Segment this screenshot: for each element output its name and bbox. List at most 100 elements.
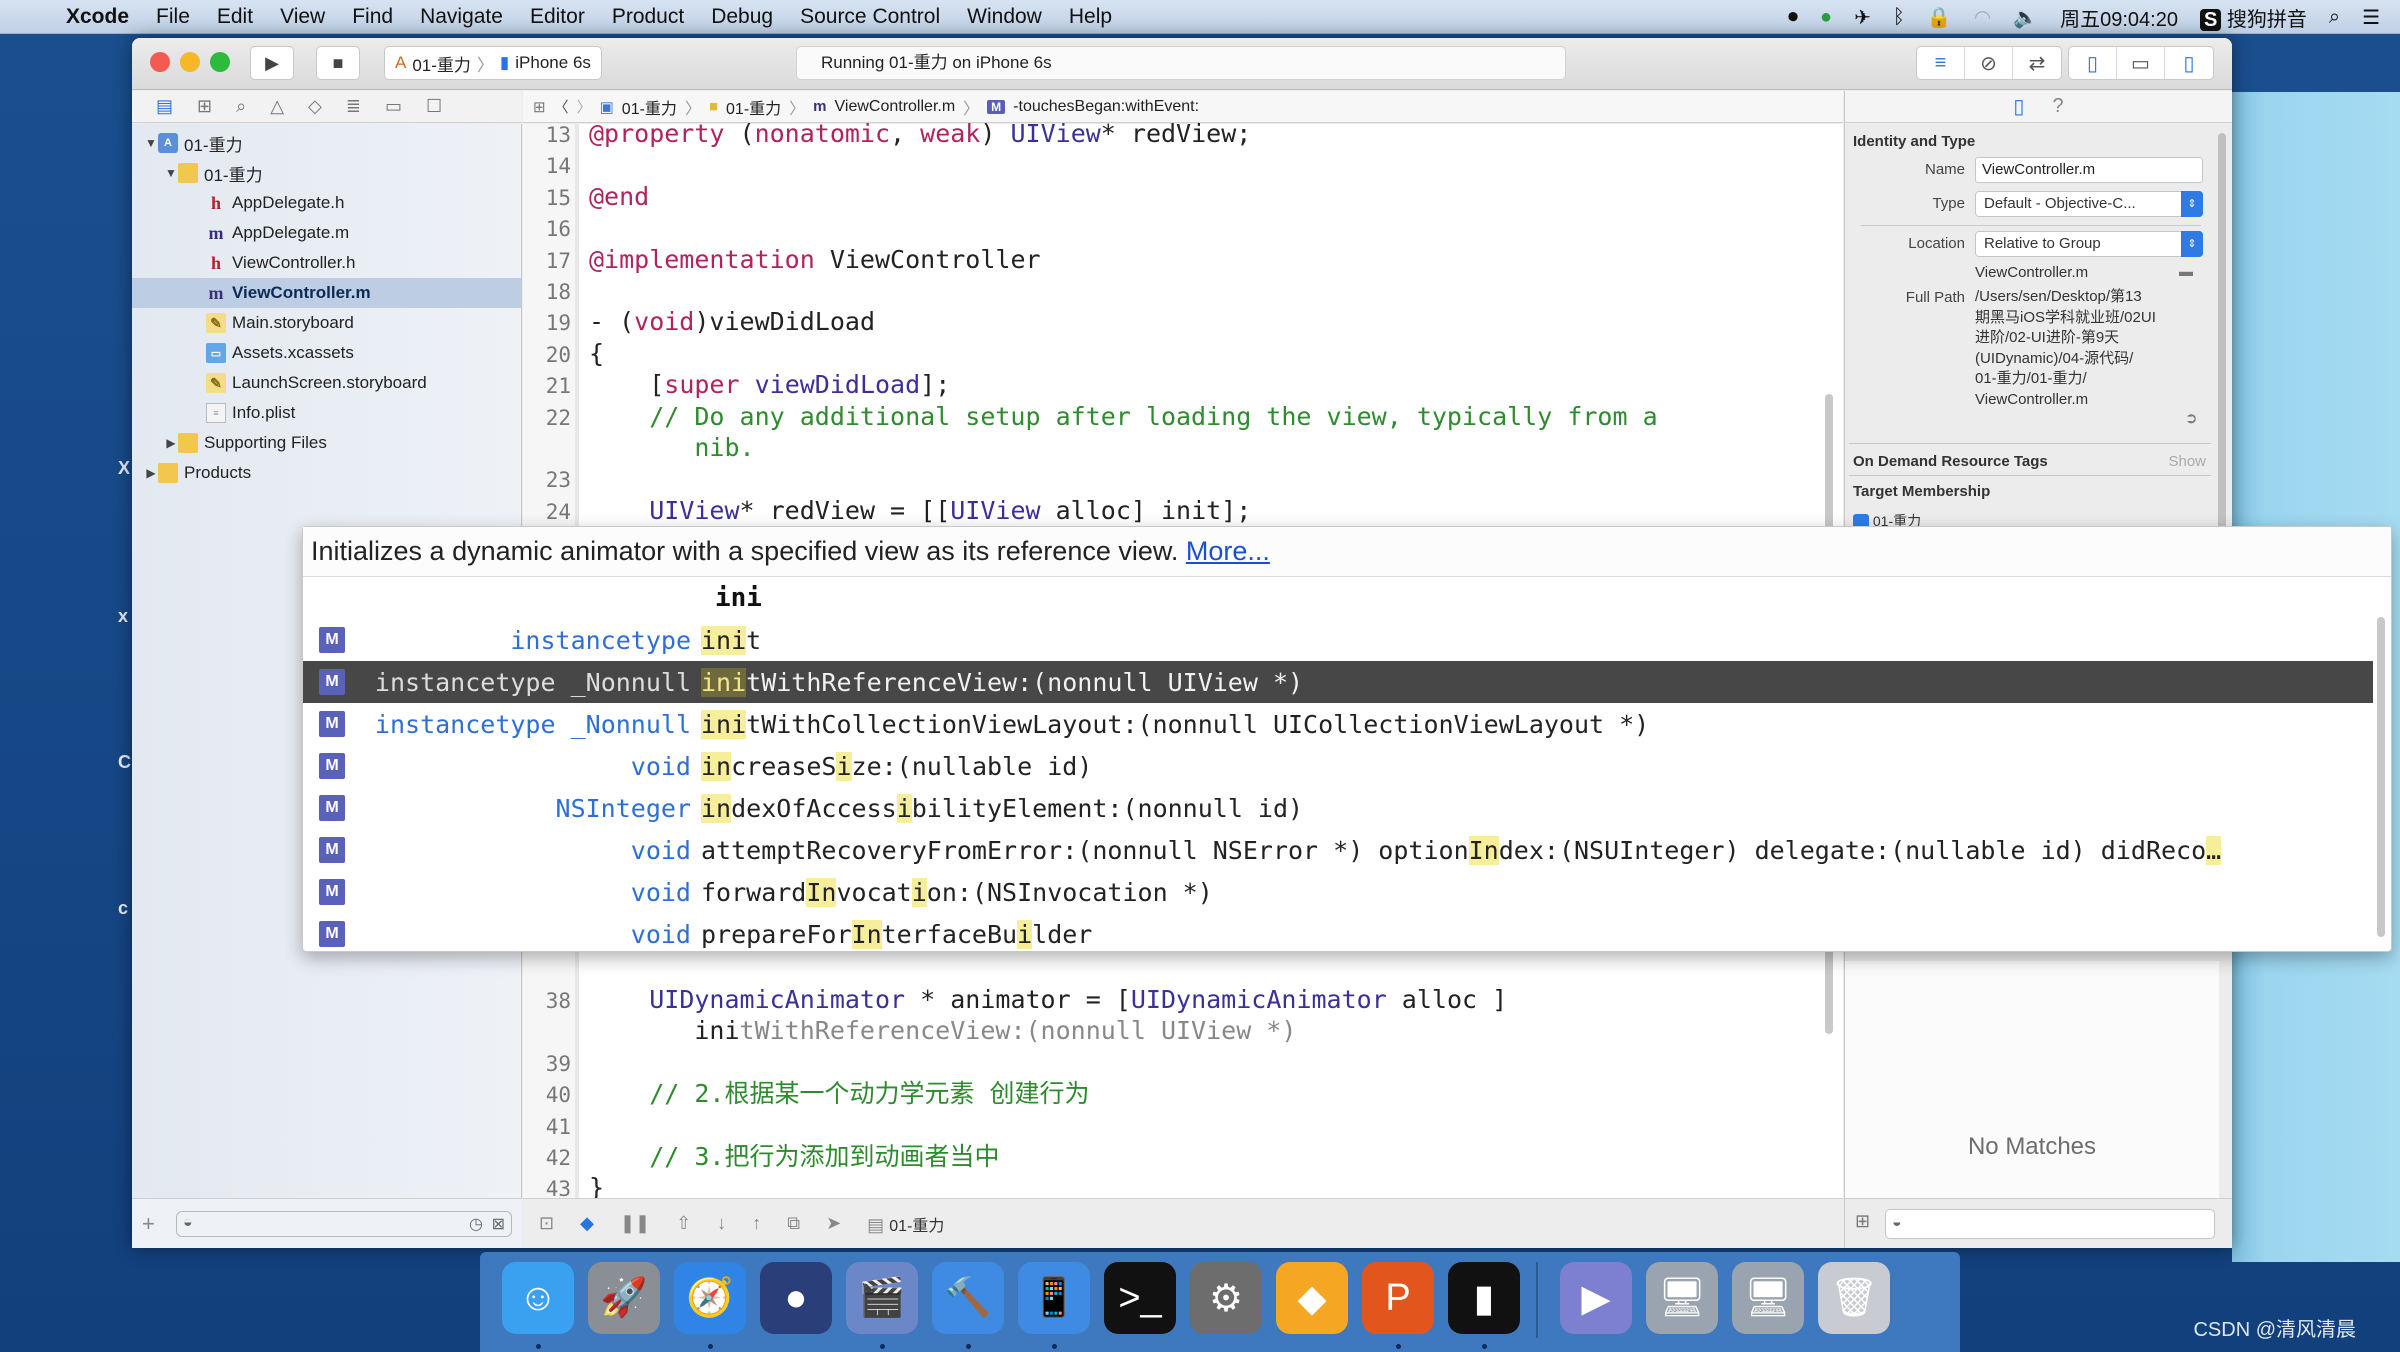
breadcrumb-group[interactable]: 01-重力 xyxy=(726,95,781,119)
code-line[interactable]: 15 @end xyxy=(523,181,1833,214)
code-line[interactable]: 42 // 3.把行为添加到动画者当中 xyxy=(523,1141,1833,1174)
run-button[interactable]: ▶ xyxy=(250,46,294,80)
report-navigator-icon[interactable]: ☐ xyxy=(426,96,442,117)
navigator-item[interactable]: ▶ Products xyxy=(132,458,521,488)
close-window-button[interactable] xyxy=(150,52,170,72)
disclosure-open-icon[interactable]: ▼ xyxy=(144,136,158,150)
location-popup[interactable]: Relative to Group ⇕ xyxy=(1975,231,2203,257)
simulate-location-icon[interactable]: ➤ xyxy=(826,1213,841,1234)
completion-item[interactable]: Minstancetype _Nonnull initWithReferenceV… xyxy=(303,661,2373,703)
code-line[interactable]: 14 xyxy=(523,149,1833,182)
quick-help-icon[interactable]: ? xyxy=(2052,95,2063,118)
navigator-item[interactable]: ✎ LaunchScreen.storyboard xyxy=(132,368,521,398)
hide-debug-area-icon[interactable]: ⊡ xyxy=(539,1213,554,1234)
dock-console-icon[interactable]: ▮ xyxy=(1448,1262,1520,1334)
navigator-item[interactable]: ✎ Main.storyboard xyxy=(132,308,521,338)
scheme-selector[interactable]: A 01-重力 〉 ▮ iPhone 6s xyxy=(384,46,602,80)
code-line[interactable]: 41 xyxy=(523,1110,1833,1143)
reveal-in-finder-icon[interactable]: ➲ xyxy=(2185,409,2198,427)
code-line[interactable]: 39 xyxy=(523,1047,1833,1080)
project-navigator-icon[interactable]: ▤ xyxy=(156,96,173,117)
menu-find[interactable]: Find xyxy=(352,5,393,29)
menu-file[interactable]: File xyxy=(156,5,190,29)
code-line[interactable]: 18 xyxy=(523,275,1833,308)
wifi-icon[interactable]: ◠ xyxy=(1974,5,1991,30)
code-line[interactable]: 21 [super viewDidLoad]; xyxy=(523,369,1833,402)
lock-icon[interactable]: 🔒 xyxy=(1927,5,1952,30)
code-line[interactable]: 38 UIDynamicAnimator * animator = [UIDyn… xyxy=(523,984,1833,1017)
navigator-item[interactable]: h ViewController.h xyxy=(132,248,521,278)
navigator-item[interactable]: ▭ Assets.xcassets xyxy=(132,338,521,368)
toggle-utilities-icon[interactable]: ▯ xyxy=(2165,47,2213,79)
breadcrumb-project[interactable]: 01-重力 xyxy=(622,95,677,119)
dock-sketch-icon[interactable]: ◆ xyxy=(1276,1262,1348,1334)
debug-navigator-icon[interactable]: ≣ xyxy=(346,96,361,117)
screen-record-icon[interactable]: ⏺ xyxy=(1788,6,1798,29)
standard-editor-icon[interactable]: ≡ xyxy=(1917,47,1965,79)
menu-product[interactable]: Product xyxy=(612,5,684,29)
completion-scrollbar[interactable] xyxy=(2377,617,2385,937)
dock-trash-icon[interactable]: 🗑 xyxy=(1818,1262,1890,1334)
completion-item[interactable]: Mvoid prepareForInterfaceBuilder xyxy=(303,913,2373,955)
completion-item[interactable]: Minstancetype _Nonnull initWithCollection… xyxy=(303,703,2373,745)
dock-launchpad-icon[interactable]: 🚀 xyxy=(588,1262,660,1334)
target-selector[interactable]: ▤ 01-重力 xyxy=(867,1212,944,1236)
dock-powerpoint-like-icon[interactable]: P xyxy=(1362,1262,1434,1334)
pause-icon[interactable]: ❚❚ xyxy=(620,1213,650,1234)
disclosure-closed-icon[interactable]: ▶ xyxy=(164,436,178,450)
scm-filter-icon[interactable]: ⊠ xyxy=(492,1214,505,1234)
code-line[interactable]: initWithReferenceView:(nonnull UIView *) xyxy=(523,1015,1833,1047)
volume-icon[interactable]: 🔈 xyxy=(2013,5,2038,30)
issue-navigator-icon[interactable]: △ xyxy=(270,96,284,117)
find-navigator-icon[interactable]: ⌕ xyxy=(236,96,246,117)
dock-system-preferences-icon[interactable]: ⚙ xyxy=(1190,1262,1262,1334)
library-filter-input[interactable]: ◒ xyxy=(1885,1209,2215,1239)
dock-media-player-icon[interactable]: ▶ xyxy=(1560,1262,1632,1334)
choose-folder-icon[interactable]: ▬ xyxy=(2179,263,2193,279)
dock-screen-1-icon[interactable]: 🖥 xyxy=(1646,1262,1718,1334)
code-line[interactable]: 22 // Do any additional setup after load… xyxy=(523,401,1833,434)
code-line[interactable]: 20 { xyxy=(523,338,1833,371)
menu-edit[interactable]: Edit xyxy=(217,5,253,29)
input-method[interactable]: S 搜狗拼音 xyxy=(2199,3,2307,32)
back-icon[interactable]: 〈 xyxy=(554,96,569,117)
navigator-item[interactable]: ≡ Info.plist xyxy=(132,398,521,428)
completion-item[interactable]: Minstancetype init xyxy=(303,619,2373,661)
dock-screen-2-icon[interactable]: 🖥 xyxy=(1732,1262,1804,1334)
menu-debug[interactable]: Debug xyxy=(711,5,773,29)
assistant-editor-icon[interactable]: ⊘ xyxy=(1965,47,2013,79)
airplane-icon[interactable]: ✈ xyxy=(1854,5,1871,30)
clock[interactable]: 周五09:04:20 xyxy=(2060,3,2178,32)
bluetooth-icon[interactable]: ᛒ xyxy=(1893,6,1905,29)
completion-item[interactable]: M NSInteger indexOfAccessibilityElement:(n… xyxy=(303,787,2373,829)
dock-mouse-app-icon[interactable]: ● xyxy=(760,1262,832,1334)
menu-editor[interactable]: Editor xyxy=(530,5,585,29)
disclosure-open-icon[interactable]: ▼ xyxy=(164,166,178,180)
spotlight-search-icon[interactable]: ⌕ xyxy=(2329,6,2340,29)
show-button[interactable]: Show xyxy=(2168,453,2206,470)
toggle-debug-area-icon[interactable]: ▭ xyxy=(2117,47,2165,79)
dock-xcode-icon[interactable]: 🔨 xyxy=(932,1262,1004,1334)
test-navigator-icon[interactable]: ◇ xyxy=(308,96,322,117)
grid-view-icon[interactable]: ⊞ xyxy=(1855,1211,1870,1232)
breakpoint-navigator-icon[interactable]: ▭ xyxy=(385,96,402,117)
navigator-item[interactable]: m ViewController.m xyxy=(132,278,521,308)
type-popup[interactable]: Default - Objective-C... ⇕ xyxy=(1975,191,2203,217)
forward-icon[interactable]: 〉 xyxy=(577,96,592,117)
navigator-item[interactable]: m AppDelegate.m xyxy=(132,218,521,248)
dock-finder-icon[interactable]: ☺ xyxy=(502,1262,574,1334)
inspector-scrollbar[interactable] xyxy=(2218,133,2226,573)
menu-view[interactable]: View xyxy=(280,5,325,29)
navigator-item[interactable]: ▶ Supporting Files xyxy=(132,428,521,458)
step-into-icon[interactable]: ↓ xyxy=(717,1213,726,1234)
breakpoints-toggle-icon[interactable]: ◆ xyxy=(580,1213,594,1234)
dock-simulator-icon[interactable]: 📱 xyxy=(1018,1262,1090,1334)
breadcrumb-method[interactable]: -touchesBegan:withEvent: xyxy=(1013,98,1199,116)
code-line[interactable]: 23 xyxy=(523,463,1833,496)
navigator-item[interactable]: ▼ A 01-重力 xyxy=(132,128,521,158)
navigator-filter-input[interactable]: ◒ ◷ ⊠ xyxy=(176,1211,512,1237)
more-link[interactable]: More... xyxy=(1186,536,1270,566)
view-debugger-icon[interactable]: ⧉ xyxy=(787,1213,800,1234)
step-out-icon[interactable]: ↑ xyxy=(752,1213,761,1234)
menu-app-xcode[interactable]: Xcode xyxy=(66,5,129,29)
